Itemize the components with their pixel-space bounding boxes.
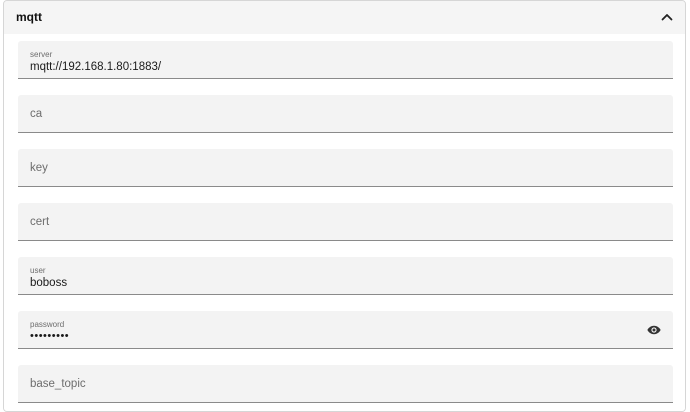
key-field[interactable]: key <box>18 149 673 187</box>
section-title: mqtt <box>16 10 42 24</box>
server-value: mqtt://192.168.1.80:1883/ <box>30 61 162 73</box>
ca-field[interactable]: ca <box>18 95 673 133</box>
password-label: password <box>30 320 65 329</box>
panel-header[interactable]: mqtt <box>4 1 685 34</box>
chevron-up-icon[interactable] <box>657 7 677 27</box>
user-value: boboss <box>30 277 68 289</box>
server-field[interactable]: server mqtt://192.168.1.80:1883/ <box>18 41 673 79</box>
panel-body: server mqtt://192.168.1.80:1883/ ca key … <box>4 34 685 411</box>
server-label: server <box>30 50 53 59</box>
eye-icon[interactable] <box>645 322 663 338</box>
mqtt-settings-panel: mqtt server mqtt://192.168.1.80:1883/ ca… <box>3 0 686 412</box>
user-label: user <box>30 266 46 275</box>
user-field[interactable]: user boboss <box>18 257 673 295</box>
password-value: ••••••••• <box>30 330 70 342</box>
key-label: key <box>30 162 48 174</box>
cert-field[interactable]: cert <box>18 203 673 241</box>
base-topic-field[interactable]: base_topic <box>18 365 673 403</box>
cert-label: cert <box>30 216 50 228</box>
ca-label: ca <box>30 108 43 120</box>
base-topic-label: base_topic <box>30 378 86 390</box>
password-field[interactable]: password ••••••••• <box>18 311 673 349</box>
